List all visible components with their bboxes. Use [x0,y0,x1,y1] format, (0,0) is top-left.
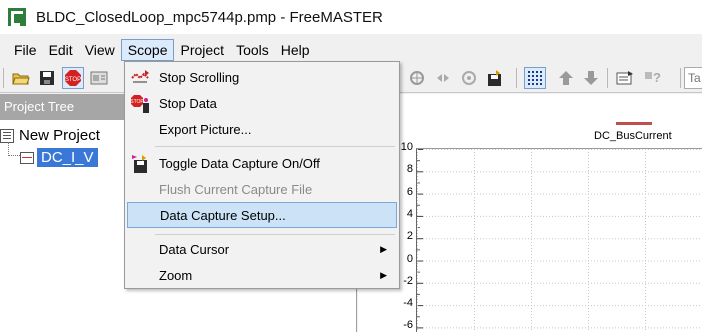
svg-text:STOP: STOP [65,77,81,83]
menu-item-stop-data[interactable]: STOP Stop Data [127,90,397,116]
menu-separator [155,234,395,235]
menu-item-label: Export Picture... [159,121,252,137]
svg-text:?: ? [653,70,661,85]
tree-root-label: New Project [19,127,100,144]
menu-item-label: Data Cursor [159,241,230,257]
scope-grid [417,149,702,332]
menu-bar: File Edit View Scope Project Tools Help [0,38,702,62]
toolbar-separator [516,68,517,88]
zoom-in-icon[interactable] [406,67,428,89]
scope-dropdown-menu: Stop Scrolling STOP Stop Data Export Pic… [124,61,400,289]
toolbar-grip [3,68,4,88]
properties-icon[interactable] [88,67,110,89]
menu-scope[interactable]: Scope [120,39,175,61]
menu-file[interactable]: File [0,39,43,61]
toolbar-separator [607,68,608,88]
menu-item-label: Flush Current Capture File [159,181,313,197]
menu-item-label: Stop Data [159,95,217,111]
menu-help[interactable]: Help [275,39,316,61]
menu-edit[interactable]: Edit [43,39,79,61]
menu-item-data-cursor[interactable]: Data Cursor ▶ [127,236,397,262]
window-title: BLDC_ClosedLoop_mpc5744p.pmp - FreeMASTE… [36,8,383,26]
stop-scrolling-icon [131,68,149,86]
title-bar: BLDC_ClosedLoop_mpc5744p.pmp - FreeMASTE… [0,0,702,34]
legend-swatch [616,122,652,125]
menu-view[interactable]: View [79,39,121,61]
stop-icon[interactable]: STOP [62,67,84,89]
menu-item-flush-capture-file[interactable]: Flush Current Capture File [127,176,397,202]
capture-icon[interactable] [484,67,506,89]
menu-separator [155,146,395,147]
grid-icon[interactable] [524,67,546,89]
tree-child-label: DC_I_V [37,148,98,167]
menu-item-data-capture-setup[interactable]: Data Capture Setup... [127,202,397,228]
tree-connector [8,142,20,156]
submenu-arrow-icon: ▶ [380,243,387,254]
menu-item-zoom[interactable]: Zoom ▶ [127,262,397,288]
scope-plot[interactable] [416,148,702,332]
scope-icon [20,151,34,164]
legend-label: DC_BusCurrent [594,130,672,142]
menu-item-stop-scrolling[interactable]: Stop Scrolling [127,64,397,90]
open-folder-icon[interactable] [10,67,32,89]
project-icon [0,128,14,143]
toolbar-separator [680,68,681,88]
menu-item-export-picture[interactable]: Export Picture... [127,116,397,142]
menu-item-label: Zoom [159,267,193,283]
data-capture-icon [131,154,149,173]
help-icon[interactable]: ? [642,67,664,89]
svg-text:STOP: STOP [131,99,144,105]
settings-icon[interactable] [614,67,636,89]
menu-item-label: Toggle Data Capture On/Off [159,155,320,171]
save-icon[interactable] [36,67,58,89]
scope-area: DC_BusCurrent 10 8 6 4 2 0 -2 -4 -6 [358,94,702,332]
menu-tools[interactable]: Tools [230,39,275,61]
y-tick-label: -4 [403,297,413,310]
y-tick-label: -6 [403,319,413,332]
freemaster-logo-icon [8,8,26,26]
menu-item-toggle-data-capture[interactable]: Toggle Data Capture On/Off [127,150,397,176]
submenu-arrow-icon: ▶ [380,269,387,280]
menu-project[interactable]: Project [174,39,230,61]
menu-item-label: Stop Scrolling [159,69,240,85]
stop-data-icon: STOP [130,94,149,113]
toolbar-combo[interactable]: Ta [684,67,702,89]
zoom-reset-icon[interactable] [458,67,480,89]
arrow-down-icon[interactable] [580,67,602,89]
tree-child-item[interactable]: DC_I_V [20,148,98,167]
menu-item-label: Data Capture Setup... [160,207,286,223]
zoom-out-icon[interactable] [432,67,454,89]
arrow-up-icon[interactable] [555,67,577,89]
